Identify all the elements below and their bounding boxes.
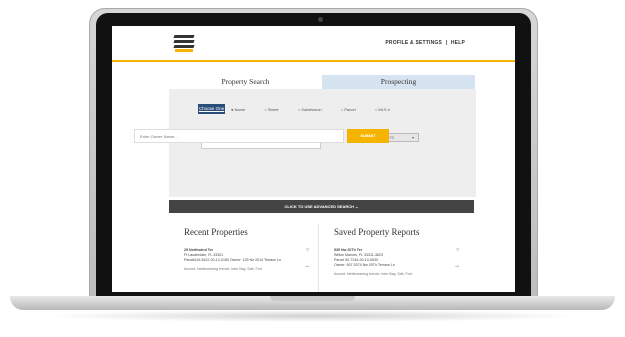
laptop-shadow (40, 310, 585, 322)
submit-button[interactable]: SUBMIT (347, 129, 389, 143)
report-footer: Accent: Nextmeaning trends: Inter Bay, S… (334, 272, 412, 276)
tab-prospecting[interactable]: Prospecting (322, 75, 475, 89)
search-panel: Choose One ● Name ○ Street ○ Subdivision… (169, 89, 476, 197)
column-divider (318, 224, 319, 292)
search-tabs: Property Search Prospecting (169, 75, 476, 89)
property-details: Parcel#10-5422-00-12-0150 Owner: 125 Ne … (184, 258, 282, 262)
recent-property-card[interactable]: 25 Northwind Ter Ft Lauderdale, FL 33301… (184, 248, 314, 272)
header-separator: | (445, 40, 448, 46)
logo[interactable] (173, 33, 195, 53)
option-parcel[interactable]: ○ Parcel (341, 107, 365, 112)
option-street[interactable]: ○ Street (264, 107, 287, 112)
arrow-right-icon[interactable]: → (454, 263, 460, 269)
saved-reports-title: Saved Property Reports (334, 227, 420, 237)
header-links: PROFILE & SETTINGS | HELP (383, 40, 465, 46)
laptop-screen: PROFILE & SETTINGS | HELP Property Searc… (112, 26, 515, 292)
option-subdivision[interactable]: ○ Subdivision (298, 107, 331, 112)
chevron-down-icon: ▾ (412, 136, 414, 140)
tab-property-search[interactable]: Property Search (169, 75, 322, 89)
option-mls[interactable]: ○ MLS # (375, 107, 399, 112)
top-header: PROFILE & SETTINGS | HELP (112, 26, 515, 62)
saved-report-card[interactable]: 535 Nw 20Th Ter Wilton Manors, FL 33311-… (334, 248, 464, 277)
star-icon[interactable]: ☆ (456, 248, 460, 253)
search-type-options: ● Name ○ Street ○ Subdivision ○ Parcel ○… (231, 107, 408, 112)
laptop-notch (270, 296, 355, 301)
advanced-search-bar[interactable]: CLICK TO USE ADVANCED SEARCH ⌄ (169, 200, 474, 213)
arrow-right-icon[interactable]: → (304, 263, 310, 269)
profile-settings-link[interactable]: PROFILE & SETTINGS (385, 40, 442, 46)
help-link[interactable]: HELP (451, 40, 465, 46)
owner-name-input[interactable]: Enter Owner Name... (134, 129, 344, 143)
option-name[interactable]: ● Name (231, 107, 254, 112)
report-owner: Owner: 507 5374 Nw 20Th Terrace Ln (334, 263, 395, 267)
property-footer: Accent: Nextmeaning trends: Inter Bay, S… (184, 267, 262, 271)
camera-icon (318, 17, 323, 22)
recent-properties-title: Recent Properties (184, 227, 248, 237)
star-icon[interactable]: ☆ (306, 248, 310, 253)
choose-one-button[interactable]: Choose One (198, 104, 225, 114)
